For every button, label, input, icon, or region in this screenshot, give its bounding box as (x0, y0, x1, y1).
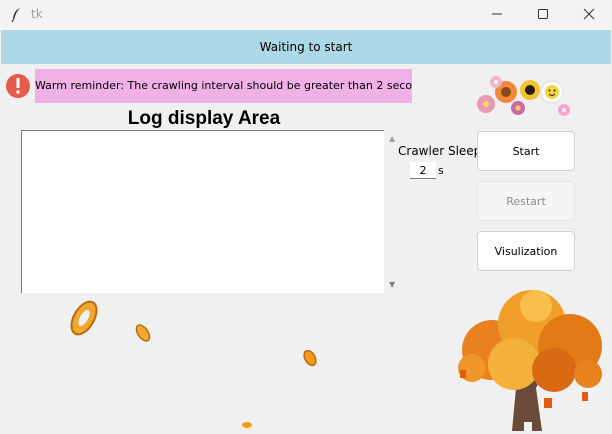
minimize-button[interactable] (474, 0, 520, 30)
maximize-button[interactable] (520, 0, 566, 30)
scroll-up-icon[interactable]: ▲ (389, 134, 395, 143)
close-icon (583, 8, 595, 23)
close-button[interactable] (566, 0, 612, 30)
leaf-decoration (133, 322, 153, 347)
warning-message: Warm reminder: The crawling interval sho… (35, 69, 412, 103)
flowers-decoration (472, 70, 572, 123)
status-bar: Waiting to start (1, 30, 611, 64)
window-titlebar: tk (0, 0, 612, 31)
autumn-tree-decoration (452, 288, 610, 434)
visualization-button[interactable]: Visulization (477, 231, 575, 271)
log-display-area[interactable] (21, 130, 384, 293)
feather-icon (10, 7, 22, 26)
restart-button[interactable]: Restart (477, 181, 575, 221)
leaf-decoration (240, 417, 254, 431)
maximize-icon (537, 8, 549, 23)
leaf-decoration (300, 347, 320, 372)
status-text: Waiting to start (259, 40, 353, 54)
window-title: tk (31, 7, 43, 21)
log-area-title: Log display Area (127, 108, 281, 129)
scroll-down-icon[interactable]: ▼ (389, 280, 395, 289)
sleep-unit-label: s (438, 164, 444, 177)
start-button[interactable]: Start (477, 131, 575, 171)
warning-icon (4, 72, 32, 100)
coin-decoration (66, 297, 102, 342)
minimize-icon (491, 8, 503, 23)
crawler-sleep-label: Crawler Sleep (398, 144, 482, 158)
sleep-interval-input[interactable] (410, 162, 436, 179)
